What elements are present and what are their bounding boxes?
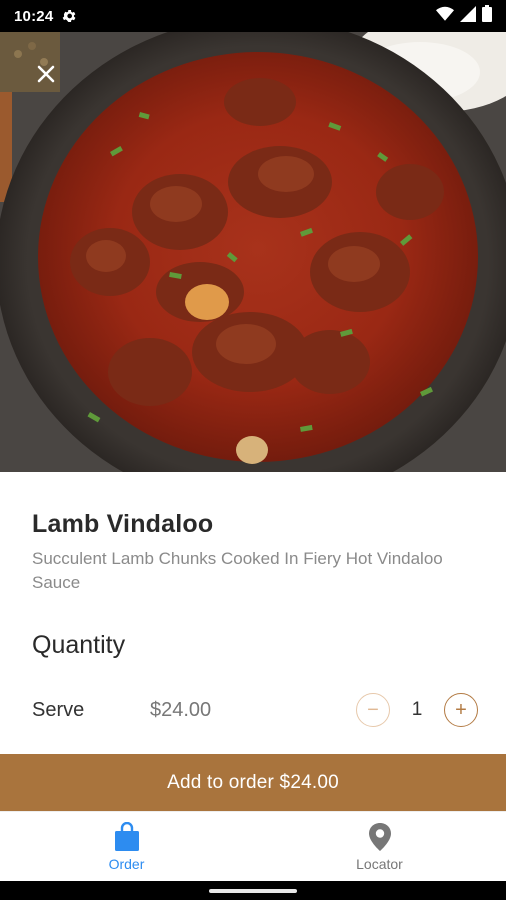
- status-time: 10:24: [14, 7, 54, 25]
- nav-label-locator: Locator: [356, 855, 403, 872]
- shopping-bag-icon: [114, 821, 139, 851]
- serve-price: $24.00: [150, 698, 212, 721]
- close-button[interactable]: [30, 58, 62, 90]
- add-to-order-label: Add to order $24.00: [167, 771, 339, 793]
- quantity-heading: Quantity: [32, 631, 126, 659]
- add-to-order-button[interactable]: Add to order $24.00: [0, 754, 506, 811]
- close-icon: [37, 65, 55, 83]
- plus-icon: +: [455, 698, 467, 721]
- system-nav-bar: [0, 881, 506, 900]
- minus-icon: −: [367, 698, 379, 721]
- signal-icon: [460, 5, 476, 27]
- wifi-icon: [436, 6, 454, 27]
- home-gesture-handle[interactable]: [209, 888, 297, 893]
- quantity-count: 1: [411, 699, 423, 720]
- quantity-stepper: − 1 +: [356, 693, 478, 727]
- serve-row: Serve $24.00 − 1 +: [32, 690, 478, 730]
- settings-gear-icon: [61, 8, 77, 24]
- item-details: Lamb Vindaloo Succulent Lamb Chunks Cook…: [0, 472, 506, 660]
- bottom-nav: Order Locator: [0, 811, 506, 881]
- nav-item-locator[interactable]: Locator: [253, 812, 506, 881]
- serve-label: Serve: [32, 698, 85, 721]
- nav-label-order: Order: [108, 855, 145, 872]
- item-title: Lamb Vindaloo: [32, 510, 214, 538]
- location-pin-icon: [368, 822, 391, 851]
- decrement-button[interactable]: −: [356, 693, 390, 727]
- status-bar: 10:24: [0, 0, 506, 32]
- nav-item-order[interactable]: Order: [0, 812, 253, 881]
- battery-icon: [482, 5, 492, 27]
- dish-photo: [0, 32, 506, 472]
- increment-button[interactable]: +: [444, 693, 478, 727]
- item-description: Succulent Lamb Chunks Cooked In Fiery Ho…: [32, 549, 443, 592]
